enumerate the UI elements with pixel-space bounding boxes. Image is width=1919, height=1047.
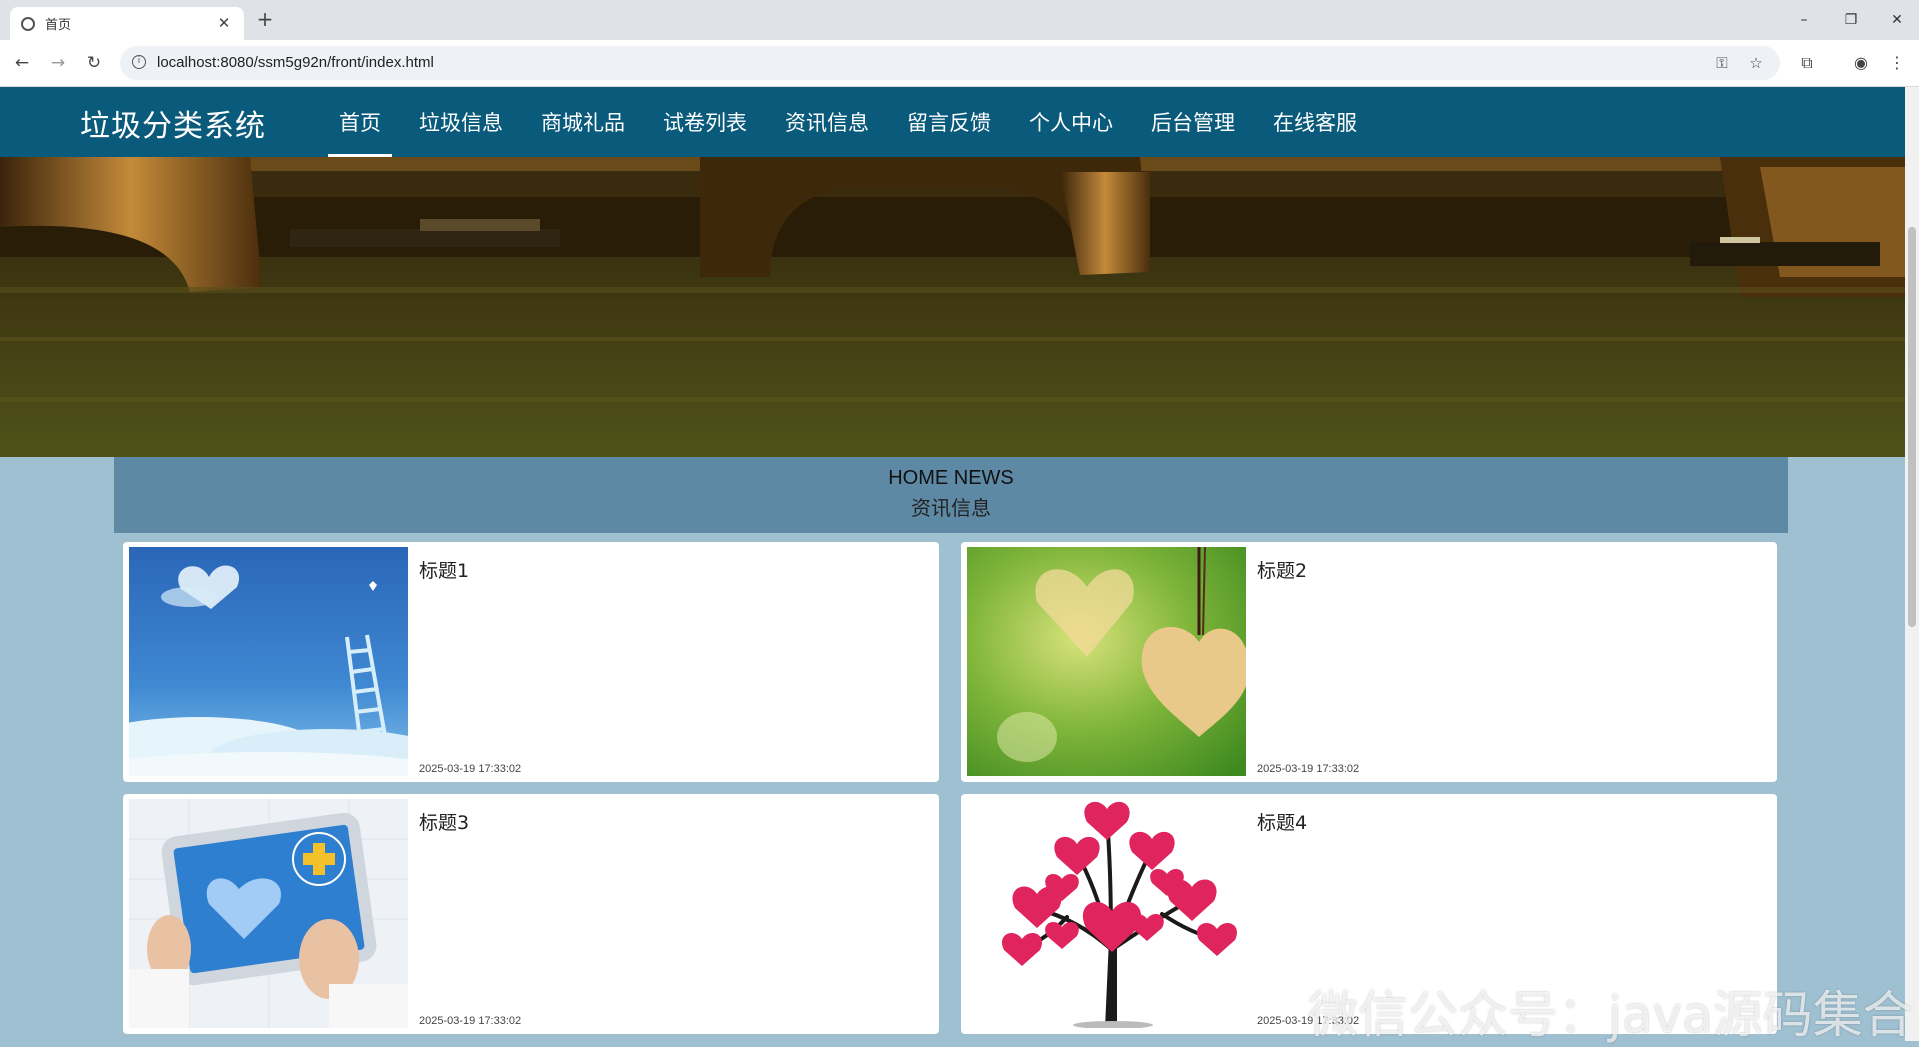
menu-kebab-icon[interactable]: ⋮ (1886, 52, 1908, 74)
news-title-en: HOME NEWS (888, 467, 1014, 489)
news-time: 2025-03-19 17:33:02 (419, 763, 522, 775)
news-card[interactable]: 标题1 2025-03-19 17:33:02 (123, 542, 939, 782)
site-info-icon[interactable]: i (132, 55, 146, 69)
reload-button[interactable]: ↻ (83, 52, 105, 74)
news-thumbnail[interactable] (129, 547, 408, 776)
news-title[interactable]: 标题2 (1257, 556, 1307, 583)
nav-item-0[interactable]: 首页 (320, 87, 400, 157)
browser-toolbar: ← → ↻ i localhost:8080/ssm5g92n/front/in… (0, 40, 1919, 87)
news-thumbnail[interactable] (967, 547, 1246, 776)
nav-item-8[interactable]: 在线客服 (1254, 87, 1376, 157)
news-thumbnail[interactable] (967, 799, 1246, 1028)
close-tab-icon[interactable]: ✕ (214, 13, 234, 33)
browser-tab-strip: 首页 ✕ + – ❐ ✕ (0, 0, 1919, 40)
news-time: 2025-03-19 17:33:02 (419, 1015, 522, 1027)
nav-item-5[interactable]: 留言反馈 (888, 87, 1010, 157)
page-viewport: 垃圾分类系统 首页 垃圾信息 商城礼品 试卷列表 资讯信息 留言反馈 个人中心 后台管理 在线客… (0, 87, 1905, 1041)
profile-icon[interactable]: ◉ (1850, 52, 1872, 74)
nav-item-4[interactable]: 资讯信息 (766, 87, 888, 157)
nav-item-7[interactable]: 后台管理 (1132, 87, 1254, 157)
minimize-button[interactable]: – (1789, 8, 1819, 32)
url-text[interactable]: localhost:8080/ssm5g92n/front/index.html (157, 54, 434, 71)
watermark-text: 微信公众号：java源码集合 (1308, 986, 1913, 1044)
restore-button[interactable]: ❐ (1836, 8, 1866, 32)
news-section-header: HOME NEWS 资讯信息 (114, 457, 1788, 533)
browser-tab[interactable]: 首页 ✕ (10, 7, 244, 40)
main-menu: 首页 垃圾信息 商城礼品 试卷列表 资讯信息 留言反馈 个人中心 后台管理 在线客服 (320, 87, 1376, 157)
forward-button[interactable]: → (47, 52, 69, 74)
banner-carousel[interactable] (0, 157, 1905, 457)
news-thumbnail[interactable] (129, 799, 408, 1028)
news-card[interactable]: 标题2 2025-03-19 17:33:02 (961, 542, 1777, 782)
nav-item-1[interactable]: 垃圾信息 (400, 87, 522, 157)
news-time: 2025-03-19 17:33:02 (1257, 763, 1360, 775)
news-title[interactable]: 标题4 (1257, 808, 1307, 835)
address-bar[interactable]: i localhost:8080/ssm5g92n/front/index.ht… (120, 46, 1780, 80)
nav-item-2[interactable]: 商城礼品 (522, 87, 644, 157)
site-brand[interactable]: 垃圾分类系统 (80, 101, 266, 145)
scrollbar-thumb[interactable] (1908, 227, 1916, 627)
globe-icon (21, 16, 35, 31)
nav-item-6[interactable]: 个人中心 (1010, 87, 1132, 157)
tab-search-icon[interactable]: ⧉ (1796, 52, 1818, 74)
page-scrollbar[interactable] (1905, 87, 1919, 1041)
tab-title: 首页 (45, 18, 72, 33)
bookmark-star-icon[interactable]: ☆ (1746, 53, 1766, 73)
news-title[interactable]: 标题3 (419, 808, 469, 835)
password-key-icon[interactable]: ⚿ (1712, 53, 1732, 73)
site-navbar: 垃圾分类系统 首页 垃圾信息 商城礼品 试卷列表 资讯信息 留言反馈 个人中心 后台管理 在线客… (0, 87, 1905, 157)
new-tab-button[interactable]: + (254, 9, 276, 31)
news-card[interactable]: 标题3 2025-03-19 17:33:02 (123, 794, 939, 1034)
nav-item-3[interactable]: 试卷列表 (644, 87, 766, 157)
news-title[interactable]: 标题1 (419, 556, 469, 583)
banner-image (0, 157, 1905, 457)
close-window-button[interactable]: ✕ (1882, 8, 1912, 32)
news-title-cn: 资讯信息 (911, 496, 991, 520)
back-button[interactable]: ← (11, 52, 33, 74)
